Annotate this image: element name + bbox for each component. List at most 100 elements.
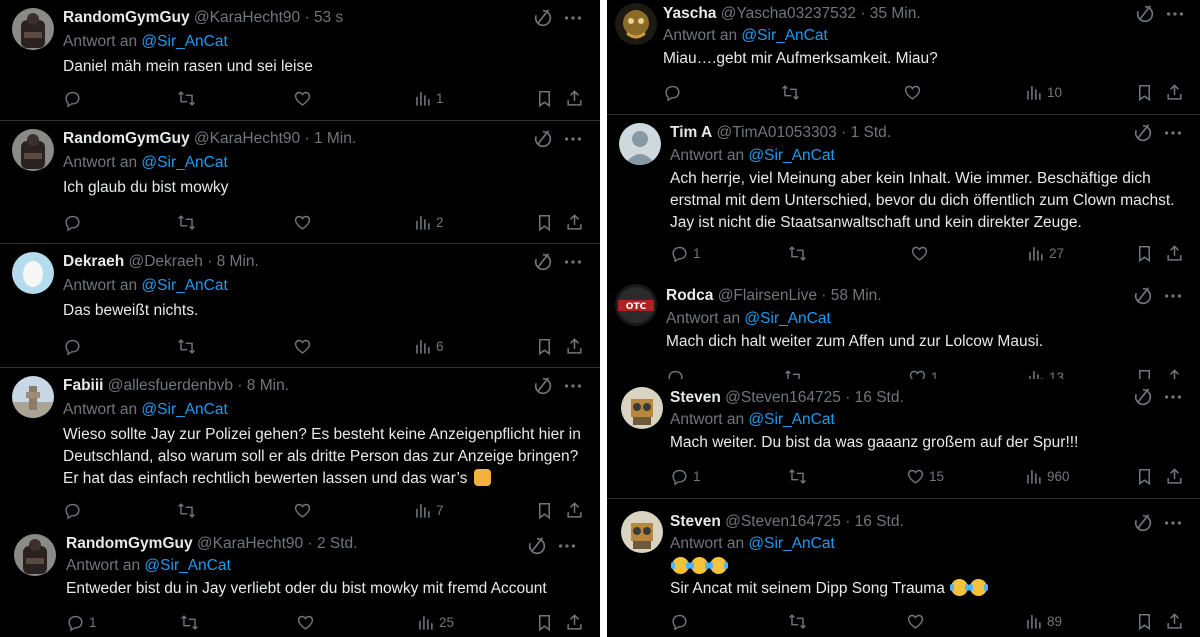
avatar[interactable] bbox=[14, 534, 56, 576]
author-handle[interactable]: @Steven164725 bbox=[725, 513, 841, 530]
timestamp[interactable]: 8 Min. bbox=[247, 377, 289, 394]
more-icon[interactable] bbox=[1164, 3, 1186, 25]
avatar[interactable] bbox=[621, 387, 663, 429]
like-button[interactable] bbox=[293, 499, 312, 521]
retweet-button[interactable] bbox=[788, 610, 807, 632]
grok-icon[interactable] bbox=[532, 375, 554, 397]
avatar[interactable] bbox=[615, 3, 657, 45]
grok-icon[interactable] bbox=[532, 7, 554, 29]
views-button[interactable]: 25 bbox=[416, 611, 454, 633]
reply-button[interactable] bbox=[663, 81, 686, 103]
retweet-button[interactable] bbox=[788, 242, 807, 264]
reply-button[interactable] bbox=[670, 610, 693, 632]
author-handle[interactable]: @Dekraeh bbox=[129, 253, 203, 270]
reply-button[interactable]: 1 bbox=[66, 611, 97, 633]
reply-to-link[interactable]: @Sir_AnCat bbox=[141, 401, 227, 418]
like-button[interactable] bbox=[906, 610, 929, 632]
more-icon[interactable] bbox=[1162, 386, 1184, 408]
tweet[interactable]: Dekraeh @Dekraeh · 8 Min. Antwort an @Si… bbox=[0, 244, 600, 368]
bookmark-button[interactable] bbox=[1135, 465, 1154, 487]
reply-to-link[interactable]: @Sir_AnCat bbox=[741, 27, 827, 44]
more-icon[interactable] bbox=[556, 535, 578, 557]
tweet[interactable]: Steven @Steven164725 · 16 Std. Antwort a… bbox=[607, 499, 1200, 637]
tweet[interactable]: RandomGymGuy @KaraHecht90 · 2 Std. Antwo… bbox=[0, 528, 600, 637]
author-name[interactable]: RandomGymGuy bbox=[63, 130, 190, 147]
views-button[interactable]: 10 bbox=[1024, 81, 1062, 103]
more-icon[interactable] bbox=[562, 375, 584, 397]
author-handle[interactable]: @KaraHecht90 bbox=[197, 535, 303, 552]
share-button[interactable] bbox=[1165, 81, 1184, 103]
views-button[interactable]: 27 bbox=[1026, 242, 1064, 264]
like-button[interactable] bbox=[293, 211, 312, 233]
avatar[interactable] bbox=[12, 8, 54, 50]
reply-to-link[interactable]: @Sir_AnCat bbox=[748, 535, 834, 552]
share-button[interactable] bbox=[565, 87, 584, 109]
author-handle[interactable]: @Steven164725 bbox=[725, 389, 841, 406]
grok-icon[interactable] bbox=[532, 251, 554, 273]
bookmark-button[interactable] bbox=[1135, 81, 1154, 103]
author-name[interactable]: Dekraeh bbox=[63, 253, 124, 270]
grok-icon[interactable] bbox=[1132, 386, 1154, 408]
grok-icon[interactable] bbox=[1132, 285, 1154, 307]
views-button[interactable]: 89 bbox=[1024, 610, 1062, 632]
reply-button[interactable]: 1 bbox=[670, 242, 701, 264]
avatar[interactable] bbox=[621, 511, 663, 553]
grok-icon[interactable] bbox=[1132, 122, 1154, 144]
bookmark-button[interactable] bbox=[1135, 610, 1154, 632]
author-name[interactable]: Fabiii bbox=[63, 377, 103, 394]
author-name[interactable]: RandomGymGuy bbox=[66, 535, 193, 552]
tweet[interactable]: Yascha @Yascha03237532 · 35 Min. Antwort… bbox=[607, 0, 1200, 115]
timestamp[interactable]: 35 Min. bbox=[870, 5, 921, 22]
more-icon[interactable] bbox=[562, 128, 584, 150]
retweet-button[interactable] bbox=[180, 611, 199, 633]
retweet-button[interactable] bbox=[177, 499, 196, 521]
timestamp[interactable]: 1 Min. bbox=[314, 130, 356, 147]
avatar[interactable] bbox=[619, 123, 661, 165]
views-button[interactable]: 1 bbox=[413, 87, 444, 109]
reply-button[interactable] bbox=[63, 335, 86, 357]
tweet[interactable]: Fabiii @allesfuerdenbvb · 8 Min. Antwort… bbox=[0, 368, 600, 528]
share-button[interactable] bbox=[565, 611, 584, 633]
timestamp[interactable]: 8 Min. bbox=[217, 253, 259, 270]
share-button[interactable] bbox=[1165, 242, 1184, 264]
author-name[interactable]: RandomGymGuy bbox=[63, 9, 190, 26]
like-button[interactable] bbox=[293, 87, 312, 109]
author-name[interactable]: Rodca bbox=[666, 287, 713, 304]
views-button[interactable]: 2 bbox=[413, 211, 444, 233]
reply-to-link[interactable]: @Sir_AnCat bbox=[748, 411, 834, 428]
grok-icon[interactable] bbox=[1132, 512, 1154, 534]
more-icon[interactable] bbox=[1162, 512, 1184, 534]
share-button[interactable] bbox=[1165, 465, 1184, 487]
reply-button[interactable]: 1 bbox=[670, 465, 701, 487]
retweet-button[interactable] bbox=[788, 465, 807, 487]
bookmark-button[interactable] bbox=[535, 335, 554, 357]
avatar[interactable]: OTC bbox=[615, 284, 657, 326]
reply-to-link[interactable]: @Sir_AnCat bbox=[748, 147, 834, 164]
author-handle[interactable]: @FlairsenLive bbox=[718, 287, 817, 304]
timestamp[interactable]: 16 Std. bbox=[855, 389, 904, 406]
bookmark-button[interactable] bbox=[535, 611, 554, 633]
author-handle[interactable]: @KaraHecht90 bbox=[194, 9, 300, 26]
share-button[interactable] bbox=[565, 499, 584, 521]
like-button[interactable] bbox=[903, 81, 926, 103]
like-button[interactable] bbox=[910, 242, 933, 264]
bookmark-button[interactable] bbox=[535, 211, 554, 233]
reply-button[interactable] bbox=[63, 211, 86, 233]
bookmark-button[interactable] bbox=[535, 499, 554, 521]
reply-to-link[interactable]: @Sir_AnCat bbox=[144, 557, 230, 574]
grok-icon[interactable] bbox=[1134, 3, 1156, 25]
like-button[interactable] bbox=[293, 335, 312, 357]
share-button[interactable] bbox=[565, 335, 584, 357]
tweet[interactable]: OTC Rodca @FlairsenLive · 58 Min. Antwor… bbox=[607, 278, 1200, 379]
author-name[interactable]: Steven bbox=[670, 513, 721, 530]
more-icon[interactable] bbox=[1162, 285, 1184, 307]
bookmark-button[interactable] bbox=[535, 87, 554, 109]
like-button[interactable]: 15 bbox=[906, 465, 944, 487]
tweet[interactable]: Tim A @TimA01053303 · 1 Std. Antwort an … bbox=[607, 115, 1200, 265]
timestamp[interactable]: 58 Min. bbox=[831, 287, 882, 304]
retweet-button[interactable] bbox=[177, 335, 196, 357]
tweet[interactable]: RandomGymGuy @KaraHecht90 · 1 Min. Antwo… bbox=[0, 121, 600, 244]
author-handle[interactable]: @allesfuerdenbvb bbox=[108, 377, 233, 394]
timestamp[interactable]: 16 Std. bbox=[855, 513, 904, 530]
like-button[interactable] bbox=[296, 611, 315, 633]
